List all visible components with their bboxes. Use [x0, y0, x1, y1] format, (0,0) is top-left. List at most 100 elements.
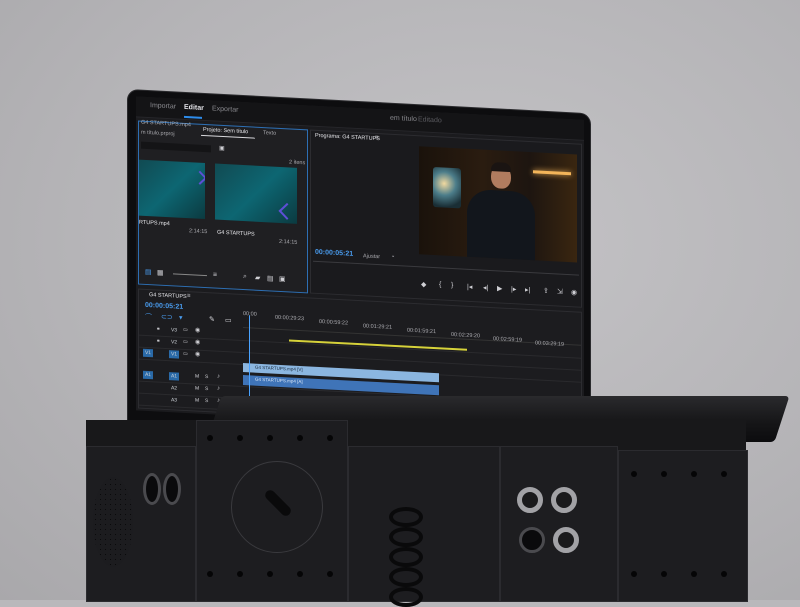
tab-text[interactable]: Texto	[263, 130, 276, 137]
lock-icon[interactable]: 🔒︎	[157, 326, 160, 332]
new-item-icon[interactable]: ▤	[267, 274, 274, 282]
delete-icon[interactable]: ▣	[279, 275, 286, 283]
sync-icon[interactable]: ▭	[183, 327, 188, 333]
peg-hole	[207, 435, 213, 441]
media-thumb-1[interactable]	[139, 159, 205, 220]
track-label-v1[interactable]: V1	[169, 350, 179, 359]
eye-icon[interactable]: ◉	[195, 339, 200, 346]
solo-button[interactable]: S	[205, 398, 208, 404]
peg-hole	[631, 471, 637, 477]
logo-chevron-icon	[192, 170, 205, 185]
panel-menu-icon[interactable]: ≡	[375, 135, 379, 141]
fit-dropdown[interactable]: Ajustar	[363, 253, 380, 260]
sync-icon[interactable]: ▭	[183, 351, 188, 357]
program-scrubber[interactable]	[313, 260, 579, 276]
go-to-out-icon[interactable]: ▸|	[525, 286, 530, 294]
icon-view-icon[interactable]: ▦	[157, 269, 164, 277]
mark-in-icon[interactable]: {	[439, 281, 441, 288]
sort-icon[interactable]: ≡	[213, 271, 217, 278]
track-label-v3[interactable]: V3	[169, 326, 179, 335]
peg-hole	[237, 571, 243, 577]
tab-editar[interactable]: Editar	[184, 104, 204, 112]
step-forward-icon[interactable]: |▸	[511, 285, 516, 293]
eye-icon[interactable]: ◉	[195, 351, 200, 358]
extract-icon[interactable]: ⇲	[557, 287, 563, 295]
eye-icon[interactable]: ◉	[195, 327, 200, 334]
track-label-a2[interactable]: A2	[169, 384, 179, 393]
search-icon[interactable]: ⌕	[243, 273, 247, 281]
mute-button[interactable]: M	[195, 386, 199, 392]
chevron-down-icon[interactable]: ⌄	[391, 253, 395, 259]
solo-button[interactable]: S	[205, 386, 208, 392]
peg-hole	[631, 571, 637, 577]
peg-hole	[691, 571, 697, 577]
mic-icon[interactable]: ♪	[217, 374, 220, 380]
peg-hole	[661, 471, 667, 477]
tab-project[interactable]: Projeto: Sem título	[203, 127, 248, 135]
mute-button[interactable]: M	[195, 398, 199, 404]
tab-exportar[interactable]: Exportar	[212, 105, 238, 113]
play-icon[interactable]: ▶	[497, 284, 502, 292]
lock-icon[interactable]: 🔒︎	[157, 338, 160, 344]
coil-cable	[389, 547, 423, 567]
track-label-v2[interactable]: V2	[169, 338, 179, 347]
file-name-top: G4 STARTUPS.mp4	[141, 119, 191, 129]
captions-icon[interactable]: ▭	[225, 316, 232, 324]
snap-icon[interactable]: ⌒	[145, 312, 152, 322]
mute-button[interactable]: M	[195, 374, 199, 380]
sync-icon[interactable]: ▭	[183, 339, 188, 345]
items-count: 2 itens	[289, 159, 306, 167]
coil-cable	[389, 527, 423, 547]
project-tab-underline	[201, 134, 255, 139]
hardware-rig	[86, 420, 748, 607]
coil-cable	[389, 507, 423, 527]
lift-icon[interactable]: ⇪	[543, 287, 549, 295]
export-frame-icon[interactable]: ◉	[571, 288, 577, 296]
mic-icon[interactable]: ♪	[217, 386, 220, 392]
program-monitor: Programa: G4 STARTUPS ≡ 00:00:05:21 Ajus…	[310, 129, 582, 308]
media-name-1: RTUPS.mp4	[139, 219, 170, 228]
solo-button[interactable]: S	[205, 374, 208, 380]
rotary-dial	[231, 461, 323, 553]
peg-hole	[297, 571, 303, 577]
peg-hole	[327, 435, 333, 441]
coil-cable	[389, 567, 423, 587]
add-marker-icon[interactable]: ▾	[179, 314, 183, 322]
marker-icon[interactable]: ◆	[421, 280, 426, 288]
program-video-frame	[419, 146, 577, 263]
mark-out-icon[interactable]: }	[451, 282, 453, 289]
presenter-body	[467, 188, 535, 263]
presenter-hair	[491, 162, 511, 173]
peg-hole	[691, 471, 697, 477]
source-patch-v1[interactable]: V1	[143, 348, 153, 358]
power-module	[348, 446, 500, 607]
step-back-icon[interactable]: ◂|	[483, 284, 488, 292]
media-thumb-2[interactable]	[215, 163, 297, 224]
timeline-menu-icon[interactable]: ≡	[187, 293, 191, 299]
laptop-lid: Importar Editar Exportar em título Edita…	[128, 90, 590, 445]
track-label-a1[interactable]: A1	[169, 372, 179, 381]
window-subtitle: Editado	[418, 116, 442, 125]
audio-clip-label: G4 STARTUPS.mp4 [A]	[255, 376, 303, 385]
logo-chevron-icon	[278, 202, 296, 220]
project-panel: G4 STARTUPS.mp4 m título.prproj Projeto:…	[138, 119, 308, 294]
list-view-icon[interactable]: ▤	[145, 268, 152, 276]
search-input[interactable]	[141, 141, 211, 153]
wrench-icon[interactable]: ✎	[209, 315, 215, 323]
ruler-tick: 00:02:29:20	[451, 331, 481, 340]
new-bin-icon[interactable]: ▰	[255, 274, 260, 282]
media-duration-1: 2:14:15	[189, 228, 208, 236]
linked-selection-icon[interactable]: ⊂⊃	[161, 313, 173, 322]
go-to-in-icon[interactable]: |◂	[467, 283, 472, 291]
zoom-slider[interactable]	[173, 273, 207, 277]
folder-icon[interactable]: ▣	[219, 145, 225, 152]
source-patch-a1[interactable]: A1	[143, 370, 153, 380]
jack-module	[500, 446, 618, 602]
sequence-tab[interactable]: G4 STARTUPS	[149, 292, 187, 300]
tab-importar[interactable]: Importar	[150, 102, 176, 110]
peg-hole	[661, 571, 667, 577]
track-label-a3[interactable]: A3	[169, 396, 179, 405]
media-duration-2: 2:14:15	[279, 238, 298, 246]
editor-window: Importar Editar Exportar em título Edita…	[136, 96, 584, 434]
right-pegboard-module	[618, 450, 748, 602]
